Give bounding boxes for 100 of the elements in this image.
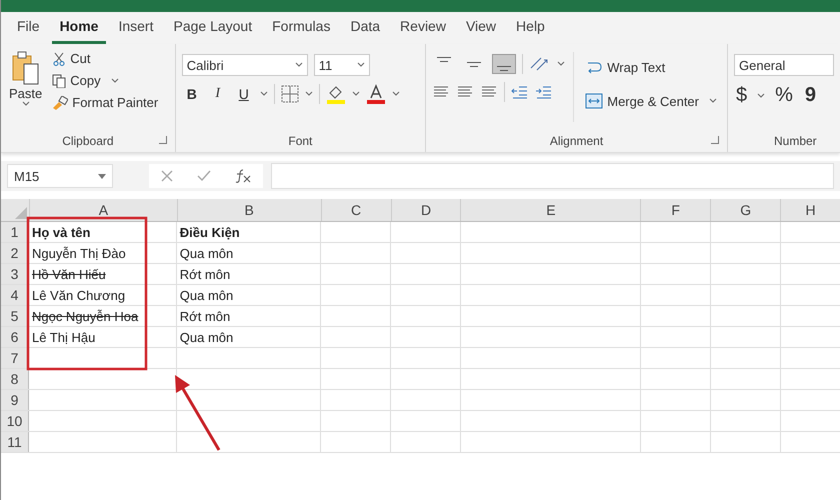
- caret-icon[interactable]: [557, 61, 565, 67]
- row-header[interactable]: 6: [1, 327, 29, 347]
- font-color-icon[interactable]: [366, 84, 386, 104]
- underline-button[interactable]: U: [234, 86, 254, 102]
- comma-style-button[interactable]: 9: [802, 84, 818, 107]
- scissors-icon: [52, 52, 66, 66]
- row-header[interactable]: 7: [1, 348, 29, 368]
- font-size-value: 11: [318, 58, 332, 72]
- caret-icon[interactable]: [260, 91, 268, 97]
- table-cell[interactable]: Qua môn: [176, 327, 321, 347]
- row-header[interactable]: 3: [1, 264, 29, 284]
- caret-icon: [98, 174, 106, 178]
- increase-indent-icon[interactable]: [535, 85, 553, 99]
- paintbrush-icon: [52, 96, 68, 110]
- table-cell[interactable]: Lê Thị Hậu: [28, 327, 177, 347]
- row-header[interactable]: 8: [1, 369, 29, 389]
- horizontal-align-icon[interactable]: [432, 85, 450, 99]
- copy-icon: [52, 74, 66, 88]
- bold-button[interactable]: B: [182, 86, 202, 102]
- caret-icon: [709, 98, 717, 104]
- ribbon-tab[interactable]: Page Layout: [165, 12, 260, 44]
- currency-button[interactable]: $: [734, 84, 750, 107]
- dialog-launcher-icon[interactable]: [158, 136, 167, 144]
- table-cell[interactable]: Hồ Văn Hiếu: [28, 264, 177, 284]
- row-header[interactable]: 5: [1, 306, 29, 326]
- fill-color-icon[interactable]: [326, 84, 346, 104]
- triangle-icon: [14, 207, 27, 219]
- number-format-dropdown[interactable]: General: [734, 54, 834, 76]
- formula-input[interactable]: [271, 163, 834, 189]
- decrease-indent-icon[interactable]: [511, 85, 529, 99]
- table-cell[interactable]: Lê Văn Chương: [28, 285, 177, 305]
- row-header[interactable]: 10: [1, 411, 29, 431]
- table-cell[interactable]: Ngọc Nguyễn Hoa: [28, 306, 177, 326]
- borders-icon[interactable]: [280, 85, 299, 103]
- dialog-launcher-icon[interactable]: [711, 136, 719, 144]
- cell-reference: M15: [14, 168, 40, 184]
- group-label: Font: [288, 134, 312, 148]
- caret-icon: [356, 62, 365, 68]
- row-header[interactable]: 2: [1, 243, 29, 263]
- font-name-value: Calibri: [186, 58, 224, 72]
- caret-icon[interactable]: [304, 91, 313, 97]
- caret-icon: [110, 78, 119, 84]
- ribbon-tab[interactable]: Insert: [110, 12, 162, 44]
- font-name-dropdown[interactable]: Calibri: [182, 54, 308, 76]
- caret-icon[interactable]: [392, 91, 400, 97]
- horizontal-align-icon[interactable]: [456, 85, 474, 99]
- column-header[interactable]: B: [176, 199, 321, 221]
- column-header[interactable]: H: [780, 199, 840, 221]
- ribbon-tab[interactable]: Review: [392, 12, 454, 44]
- cut-button[interactable]: Cut: [50, 48, 160, 69]
- horizontal-align-icon[interactable]: [480, 85, 498, 99]
- clipboard-icon: [10, 50, 41, 86]
- percent-button[interactable]: %: [773, 84, 795, 107]
- column-header[interactable]: F: [640, 199, 710, 221]
- caret-icon: [22, 101, 30, 107]
- group-label: Clipboard: [62, 134, 114, 148]
- ribbon-tab[interactable]: Data: [342, 12, 388, 44]
- table-cell[interactable]: Điều Kiện: [176, 222, 321, 242]
- paste-label: Paste: [9, 86, 42, 101]
- italic-button[interactable]: I: [208, 86, 228, 102]
- ribbon-tab[interactable]: Help: [508, 12, 553, 44]
- ribbon-tab[interactable]: File: [9, 12, 48, 44]
- copy-button[interactable]: Copy: [50, 70, 160, 91]
- merge-center-label: Merge & Center: [607, 94, 699, 108]
- align-middle-icon: [466, 62, 482, 66]
- copy-label: Copy: [70, 73, 101, 88]
- caret-icon[interactable]: [757, 92, 766, 98]
- column-header[interactable]: G: [710, 199, 780, 221]
- table-cell[interactable]: Họ và tên: [28, 222, 177, 242]
- row-header[interactable]: 11: [1, 432, 29, 452]
- name-box[interactable]: M15: [7, 164, 113, 188]
- ribbon-tab[interactable]: Formulas: [264, 12, 338, 44]
- wrap-text-button[interactable]: Wrap Text: [581, 54, 721, 80]
- font-size-dropdown[interactable]: 11: [314, 54, 370, 76]
- table-cell[interactable]: Qua môn: [176, 243, 321, 263]
- align-bottom-icon: [496, 66, 512, 71]
- column-header[interactable]: E: [460, 199, 640, 221]
- row-header[interactable]: 4: [1, 285, 29, 305]
- function-icon[interactable]: [234, 168, 252, 184]
- table-cell[interactable]: Rớt môn: [176, 264, 321, 284]
- check-icon[interactable]: [196, 169, 212, 183]
- row-header[interactable]: 9: [1, 390, 29, 410]
- row-header[interactable]: 1: [1, 222, 29, 242]
- merge-cells-icon: [585, 93, 604, 109]
- format-painter-button[interactable]: Format Painter: [50, 92, 160, 113]
- align-top-icon: [436, 57, 452, 62]
- ribbon-tab[interactable]: View: [458, 12, 504, 44]
- column-header[interactable]: D: [390, 199, 460, 221]
- column-header[interactable]: A: [28, 199, 177, 221]
- table-cell[interactable]: Qua môn: [176, 285, 321, 305]
- caret-icon[interactable]: [352, 91, 360, 97]
- table-cell[interactable]: Rớt môn: [176, 306, 321, 326]
- group-label: Alignment: [550, 134, 604, 148]
- table-cell[interactable]: Nguyễn Thị Đào: [28, 243, 177, 263]
- merge-center-button[interactable]: Merge & Center: [581, 88, 721, 114]
- column-header[interactable]: C: [320, 199, 391, 221]
- caret-icon: [294, 62, 303, 68]
- bottom-align-button[interactable]: [492, 54, 516, 74]
- paste-button[interactable]: Paste: [7, 48, 44, 130]
- group-label: Number: [774, 134, 817, 148]
